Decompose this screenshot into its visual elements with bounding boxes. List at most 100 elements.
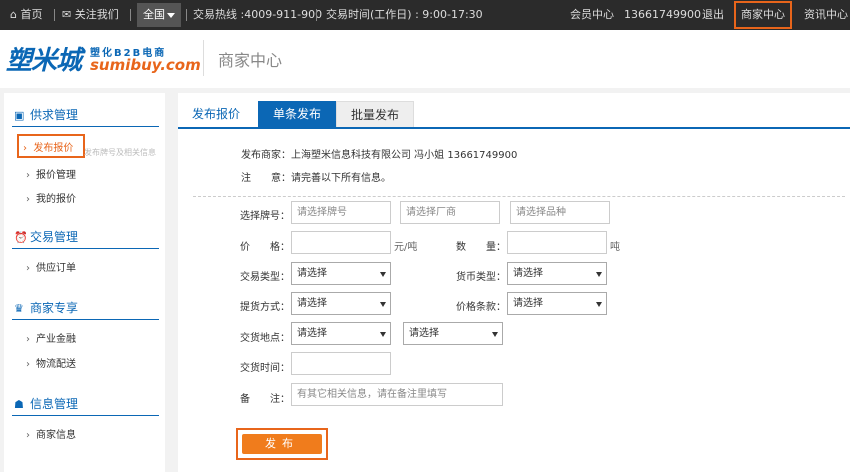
tab-single-publish[interactable]: 单条发布 xyxy=(258,101,336,128)
delivery-city-value: 请选择 xyxy=(409,328,439,339)
top-bar: ⌂ 首页 ✉ 关注我们 全国 交易热线 :4009-911-900 交易时间(工… xyxy=(0,0,850,30)
logo-domain: sumibuy.com xyxy=(90,56,201,74)
price-terms-select[interactable]: 请选择 xyxy=(507,292,607,315)
chevron-right-icon: › xyxy=(26,263,30,274)
chevron-down-icon xyxy=(380,332,386,337)
main-panel: 发布报价 单条发布 批量发布 发布商家：上海塑米信息科技有限公司 冯小姐 136… xyxy=(178,93,850,472)
chevron-right-icon: › xyxy=(26,359,30,370)
page-title: 商家中心 xyxy=(218,51,283,70)
factory-input[interactable] xyxy=(400,201,500,224)
sidebar-item-label: 物流配送 xyxy=(36,359,76,370)
sidebar-item-merchant-info[interactable]: › 商家信息 xyxy=(26,428,76,444)
sidebar-item-label: 报价管理 xyxy=(36,170,76,181)
user-phone: 13661749900 xyxy=(624,8,701,21)
tab-batch-publish[interactable]: 批量发布 xyxy=(336,101,414,128)
logo[interactable]: 塑米城 xyxy=(6,40,82,77)
chevron-right-icon: › xyxy=(23,143,27,154)
sidebar-hint: 发布牌号及相关信息 xyxy=(84,148,156,157)
site-header: 塑米城 塑化B2B电商 sumibuy.com 商家中心 xyxy=(0,30,850,88)
divider xyxy=(54,9,55,21)
section-title: 发布报价 xyxy=(192,107,241,121)
sidebar-section-trade: ⏰ 交易管理 xyxy=(14,227,78,247)
remark-input[interactable] xyxy=(291,383,503,406)
divider xyxy=(203,40,204,76)
brand-input[interactable] xyxy=(291,201,391,224)
currency-select[interactable]: 请选择 xyxy=(507,262,607,285)
trade-type-select[interactable]: 请选择 xyxy=(291,262,391,285)
divider xyxy=(12,415,159,416)
publish-button-highlight: 发布 xyxy=(236,428,328,460)
chevron-right-icon: › xyxy=(26,430,30,441)
sidebar-item-my-quotes[interactable]: › 我的报价 xyxy=(26,192,76,208)
delivery-place-label: 交货地点： xyxy=(240,333,290,344)
price-terms-label: 价格条款： xyxy=(456,302,506,313)
section-title: 信息管理 xyxy=(30,397,79,411)
variety-input[interactable] xyxy=(510,201,610,224)
quantity-input[interactable] xyxy=(507,231,607,254)
notice-text: 注 意：请完善以下所有信息。 xyxy=(241,173,391,184)
sidebar-item-label: 商家信息 xyxy=(36,430,76,441)
chevron-down-icon xyxy=(596,302,602,307)
pickup-select[interactable]: 请选择 xyxy=(291,292,391,315)
divider xyxy=(130,9,131,21)
price-terms-value: 请选择 xyxy=(513,298,543,309)
currency-label: 货币类型： xyxy=(456,272,506,283)
sidebar-item-quote-manage[interactable]: › 报价管理 xyxy=(26,168,76,184)
delivery-province-select[interactable]: 请选择 xyxy=(291,322,391,345)
sidebar-item-label: › 发布报价 xyxy=(23,139,73,154)
publish-button[interactable]: 发布 xyxy=(242,434,322,454)
merchant-info: 发布商家：上海塑米信息科技有限公司 冯小姐 13661749900 xyxy=(241,150,518,161)
section-title: 供求管理 xyxy=(30,108,79,122)
currency-value: 请选择 xyxy=(513,268,543,279)
chevron-right-icon: › xyxy=(26,170,30,181)
sidebar-section-exclusive: ♛ 商家专享 xyxy=(14,298,78,318)
quantity-label: 数 量： xyxy=(456,242,506,253)
trading-hours-text: 交易时间(工作日) : 9:00-17:30 xyxy=(326,8,483,21)
chevron-down-icon xyxy=(596,272,602,277)
sidebar-item-logistics[interactable]: › 物流配送 xyxy=(26,357,76,373)
sidebar-item-label: 供应订单 xyxy=(36,263,76,274)
box-icon: ▣ xyxy=(14,109,25,122)
divider xyxy=(193,196,845,197)
merchant-center-link[interactable]: 商家中心 xyxy=(734,1,792,29)
divider xyxy=(12,319,159,320)
users-icon: ☗ xyxy=(14,398,24,411)
sidebar-item-label: 我的报价 xyxy=(36,194,76,205)
sidebar-item-finance[interactable]: › 产业金融 xyxy=(26,332,76,348)
delivery-time-input[interactable] xyxy=(291,352,391,375)
divider xyxy=(186,9,187,21)
divider xyxy=(12,126,159,127)
chevron-right-icon: › xyxy=(26,194,30,205)
region-label: 全国 xyxy=(143,8,165,21)
price-input[interactable] xyxy=(291,231,391,254)
news-center-link[interactable]: 资讯中心 xyxy=(804,0,848,30)
divider xyxy=(178,127,850,129)
divider xyxy=(316,9,317,21)
sidebar-item-label: 产业金融 xyxy=(36,334,76,345)
hotline-text: 交易热线 :4009-911-900 xyxy=(193,8,323,21)
section-title: 商家专享 xyxy=(30,301,79,315)
member-center-link[interactable]: 会员中心 xyxy=(570,0,614,30)
brand-label: 选择牌号： xyxy=(240,211,290,222)
region-select[interactable]: 全国 xyxy=(137,3,181,27)
pickup-label: 提货方式： xyxy=(240,302,290,313)
delivery-province-value: 请选择 xyxy=(297,328,327,339)
chevron-down-icon xyxy=(167,13,175,18)
section-title: 交易管理 xyxy=(30,230,79,244)
chevron-down-icon xyxy=(380,272,386,277)
logout-link[interactable]: 退出 xyxy=(702,0,724,30)
remark-label: 备 注： xyxy=(240,394,290,405)
sidebar-item-supply-orders[interactable]: › 供应订单 xyxy=(26,261,76,277)
quantity-unit: 吨 xyxy=(610,242,620,253)
follow-us-label: 关注我们 xyxy=(74,8,119,21)
chevron-right-icon: › xyxy=(26,334,30,345)
follow-us-link[interactable]: ✉ 关注我们 xyxy=(62,0,119,30)
sidebar-section-info: ☗ 信息管理 xyxy=(14,394,78,414)
price-unit: 元/吨 xyxy=(394,242,418,253)
sidebar-section-supply: ▣ 供求管理 xyxy=(14,105,78,125)
home-link[interactable]: ⌂ 首页 xyxy=(10,0,42,30)
chevron-down-icon xyxy=(380,302,386,307)
delivery-time-label: 交货时间： xyxy=(240,363,290,374)
sidebar-item-publish-quote[interactable]: › 发布报价 xyxy=(17,134,85,158)
delivery-city-select[interactable]: 请选择 xyxy=(403,322,503,345)
